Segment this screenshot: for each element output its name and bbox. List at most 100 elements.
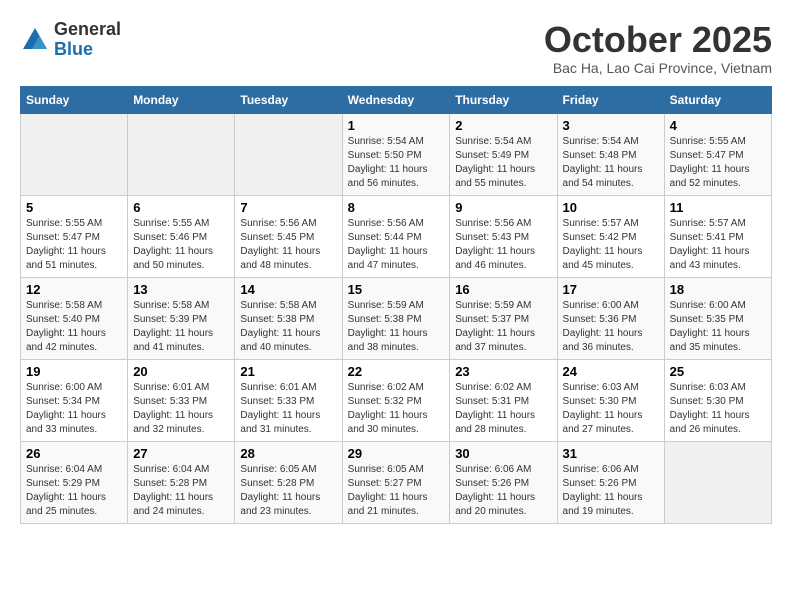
calendar-cell [128, 113, 235, 195]
header-sunday: Sunday [21, 86, 128, 113]
calendar-cell: 15 Sunrise: 5:59 AM Sunset: 5:38 PM Dayl… [342, 277, 450, 359]
day-info: Sunrise: 5:54 AM Sunset: 5:50 PM Dayligh… [348, 135, 445, 191]
header-monday: Monday [128, 86, 235, 113]
week-row-5: 26 Sunrise: 6:04 AM Sunset: 5:29 PM Dayl… [21, 441, 772, 523]
calendar-cell [235, 113, 342, 195]
day-info: Sunrise: 5:57 AM Sunset: 5:41 PM Dayligh… [670, 217, 766, 273]
header-friday: Friday [557, 86, 664, 113]
page-header: General Blue October 2025 Bac Ha, Lao Ca… [20, 20, 772, 76]
day-info: Sunrise: 6:06 AM Sunset: 5:26 PM Dayligh… [563, 463, 659, 519]
calendar-cell: 11 Sunrise: 5:57 AM Sunset: 5:41 PM Dayl… [664, 195, 771, 277]
day-number: 22 [348, 364, 445, 379]
day-info: Sunrise: 5:55 AM Sunset: 5:47 PM Dayligh… [26, 217, 122, 273]
calendar-cell: 16 Sunrise: 5:59 AM Sunset: 5:37 PM Dayl… [450, 277, 557, 359]
calendar-cell: 29 Sunrise: 6:05 AM Sunset: 5:27 PM Dayl… [342, 441, 450, 523]
day-number: 21 [240, 364, 336, 379]
day-info: Sunrise: 5:56 AM Sunset: 5:45 PM Dayligh… [240, 217, 336, 273]
day-info: Sunrise: 5:55 AM Sunset: 5:47 PM Dayligh… [670, 135, 766, 191]
logo-blue-text: Blue [54, 40, 121, 60]
day-info: Sunrise: 5:55 AM Sunset: 5:46 PM Dayligh… [133, 217, 229, 273]
calendar-cell: 30 Sunrise: 6:06 AM Sunset: 5:26 PM Dayl… [450, 441, 557, 523]
calendar-cell: 12 Sunrise: 5:58 AM Sunset: 5:40 PM Dayl… [21, 277, 128, 359]
calendar-cell [21, 113, 128, 195]
day-number: 2 [455, 118, 551, 133]
day-info: Sunrise: 6:03 AM Sunset: 5:30 PM Dayligh… [563, 381, 659, 437]
month-title: October 2025 [544, 20, 772, 60]
calendar-cell: 1 Sunrise: 5:54 AM Sunset: 5:50 PM Dayli… [342, 113, 450, 195]
calendar-cell: 22 Sunrise: 6:02 AM Sunset: 5:32 PM Dayl… [342, 359, 450, 441]
day-info: Sunrise: 6:01 AM Sunset: 5:33 PM Dayligh… [240, 381, 336, 437]
header-tuesday: Tuesday [235, 86, 342, 113]
day-number: 17 [563, 282, 659, 297]
day-info: Sunrise: 5:59 AM Sunset: 5:37 PM Dayligh… [455, 299, 551, 355]
day-number: 14 [240, 282, 336, 297]
day-number: 24 [563, 364, 659, 379]
calendar-table: SundayMondayTuesdayWednesdayThursdayFrid… [20, 86, 772, 524]
day-info: Sunrise: 6:04 AM Sunset: 5:28 PM Dayligh… [133, 463, 229, 519]
calendar-cell: 8 Sunrise: 5:56 AM Sunset: 5:44 PM Dayli… [342, 195, 450, 277]
calendar-cell: 5 Sunrise: 5:55 AM Sunset: 5:47 PM Dayli… [21, 195, 128, 277]
day-info: Sunrise: 6:02 AM Sunset: 5:31 PM Dayligh… [455, 381, 551, 437]
week-row-4: 19 Sunrise: 6:00 AM Sunset: 5:34 PM Dayl… [21, 359, 772, 441]
day-number: 13 [133, 282, 229, 297]
day-info: Sunrise: 6:02 AM Sunset: 5:32 PM Dayligh… [348, 381, 445, 437]
calendar-cell: 18 Sunrise: 6:00 AM Sunset: 5:35 PM Dayl… [664, 277, 771, 359]
day-number: 7 [240, 200, 336, 215]
day-info: Sunrise: 6:05 AM Sunset: 5:28 PM Dayligh… [240, 463, 336, 519]
day-number: 5 [26, 200, 122, 215]
day-info: Sunrise: 5:59 AM Sunset: 5:38 PM Dayligh… [348, 299, 445, 355]
calendar-cell: 26 Sunrise: 6:04 AM Sunset: 5:29 PM Dayl… [21, 441, 128, 523]
day-number: 30 [455, 446, 551, 461]
day-info: Sunrise: 5:58 AM Sunset: 5:40 PM Dayligh… [26, 299, 122, 355]
day-number: 27 [133, 446, 229, 461]
day-number: 12 [26, 282, 122, 297]
calendar-cell: 2 Sunrise: 5:54 AM Sunset: 5:49 PM Dayli… [450, 113, 557, 195]
day-info: Sunrise: 6:00 AM Sunset: 5:35 PM Dayligh… [670, 299, 766, 355]
calendar-cell [664, 441, 771, 523]
calendar-cell: 17 Sunrise: 6:00 AM Sunset: 5:36 PM Dayl… [557, 277, 664, 359]
week-row-3: 12 Sunrise: 5:58 AM Sunset: 5:40 PM Dayl… [21, 277, 772, 359]
calendar-cell: 27 Sunrise: 6:04 AM Sunset: 5:28 PM Dayl… [128, 441, 235, 523]
day-number: 19 [26, 364, 122, 379]
calendar-cell: 9 Sunrise: 5:56 AM Sunset: 5:43 PM Dayli… [450, 195, 557, 277]
day-info: Sunrise: 6:06 AM Sunset: 5:26 PM Dayligh… [455, 463, 551, 519]
day-number: 11 [670, 200, 766, 215]
day-number: 20 [133, 364, 229, 379]
logo-icon [20, 25, 50, 55]
day-number: 28 [240, 446, 336, 461]
header-thursday: Thursday [450, 86, 557, 113]
day-number: 3 [563, 118, 659, 133]
day-info: Sunrise: 5:56 AM Sunset: 5:43 PM Dayligh… [455, 217, 551, 273]
calendar-cell: 23 Sunrise: 6:02 AM Sunset: 5:31 PM Dayl… [450, 359, 557, 441]
week-row-1: 1 Sunrise: 5:54 AM Sunset: 5:50 PM Dayli… [21, 113, 772, 195]
logo: General Blue [20, 20, 121, 60]
header-saturday: Saturday [664, 86, 771, 113]
calendar-cell: 24 Sunrise: 6:03 AM Sunset: 5:30 PM Dayl… [557, 359, 664, 441]
calendar-cell: 21 Sunrise: 6:01 AM Sunset: 5:33 PM Dayl… [235, 359, 342, 441]
day-number: 1 [348, 118, 445, 133]
day-info: Sunrise: 6:03 AM Sunset: 5:30 PM Dayligh… [670, 381, 766, 437]
calendar-cell: 13 Sunrise: 5:58 AM Sunset: 5:39 PM Dayl… [128, 277, 235, 359]
calendar-cell: 19 Sunrise: 6:00 AM Sunset: 5:34 PM Dayl… [21, 359, 128, 441]
header-wednesday: Wednesday [342, 86, 450, 113]
day-info: Sunrise: 5:58 AM Sunset: 5:38 PM Dayligh… [240, 299, 336, 355]
day-number: 4 [670, 118, 766, 133]
calendar-cell: 14 Sunrise: 5:58 AM Sunset: 5:38 PM Dayl… [235, 277, 342, 359]
day-info: Sunrise: 6:00 AM Sunset: 5:34 PM Dayligh… [26, 381, 122, 437]
calendar-cell: 31 Sunrise: 6:06 AM Sunset: 5:26 PM Dayl… [557, 441, 664, 523]
day-info: Sunrise: 6:00 AM Sunset: 5:36 PM Dayligh… [563, 299, 659, 355]
calendar-cell: 25 Sunrise: 6:03 AM Sunset: 5:30 PM Dayl… [664, 359, 771, 441]
calendar-cell: 28 Sunrise: 6:05 AM Sunset: 5:28 PM Dayl… [235, 441, 342, 523]
day-number: 29 [348, 446, 445, 461]
day-number: 18 [670, 282, 766, 297]
logo-text: General Blue [54, 20, 121, 60]
location-text: Bac Ha, Lao Cai Province, Vietnam [544, 60, 772, 76]
week-row-2: 5 Sunrise: 5:55 AM Sunset: 5:47 PM Dayli… [21, 195, 772, 277]
day-number: 15 [348, 282, 445, 297]
day-info: Sunrise: 5:57 AM Sunset: 5:42 PM Dayligh… [563, 217, 659, 273]
day-number: 8 [348, 200, 445, 215]
day-number: 25 [670, 364, 766, 379]
title-block: October 2025 Bac Ha, Lao Cai Province, V… [544, 20, 772, 76]
logo-general-text: General [54, 20, 121, 40]
day-info: Sunrise: 5:54 AM Sunset: 5:48 PM Dayligh… [563, 135, 659, 191]
